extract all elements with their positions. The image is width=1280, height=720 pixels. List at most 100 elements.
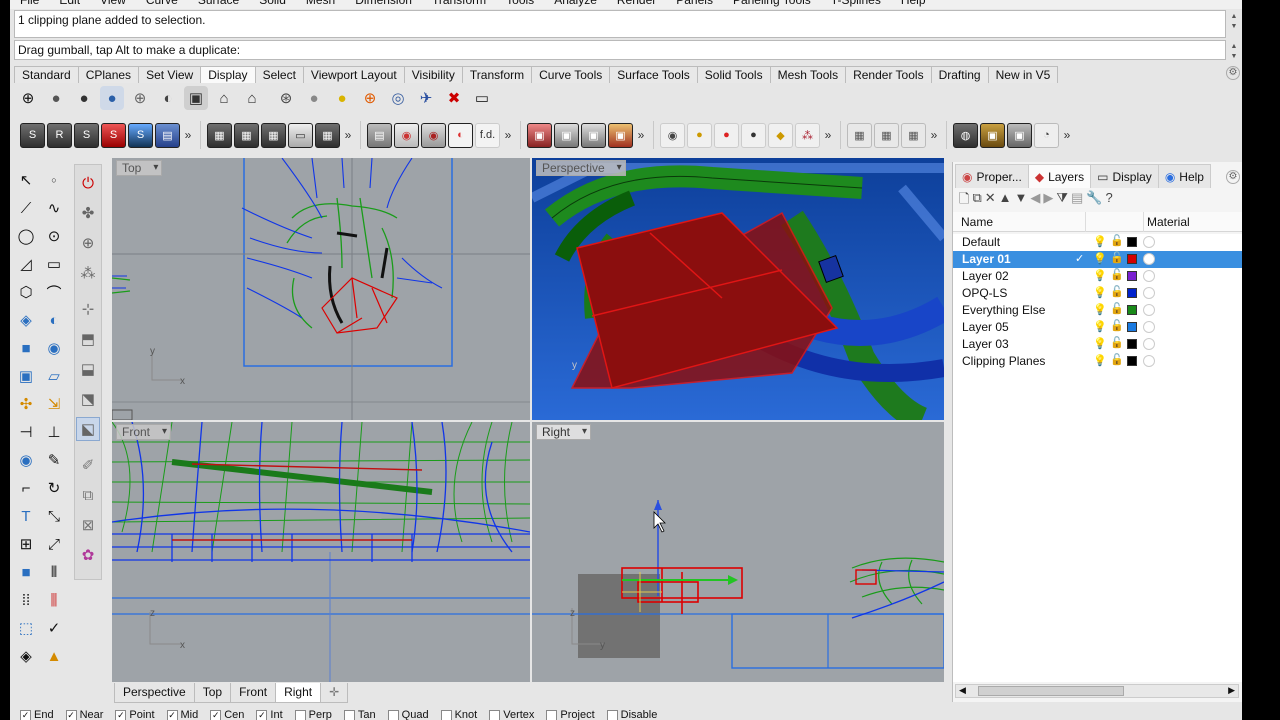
- tab-standard[interactable]: Standard: [14, 66, 79, 83]
- layer-material-icon[interactable]: [1143, 287, 1155, 299]
- lock-icon[interactable]: 🔓: [1110, 302, 1124, 315]
- osnap-perp[interactable]: Perp: [294, 708, 332, 720]
- osnap-checkbox[interactable]: ✓: [115, 709, 127, 720]
- layer-material-icon[interactable]: [1143, 236, 1155, 248]
- layout-grid3-icon[interactable]: ▦: [901, 122, 926, 148]
- more-chevron-icon[interactable]: »: [342, 128, 354, 142]
- more-chevron-icon[interactable]: »: [1061, 128, 1073, 142]
- fillet-icon[interactable]: ⌐: [14, 476, 38, 500]
- menu-panels[interactable]: Panels: [666, 0, 723, 9]
- layer-row[interactable]: Layer 05 💡 🔓: [953, 319, 1242, 336]
- delete-layer-icon[interactable]: ✕: [985, 190, 996, 210]
- new-sublayer-icon[interactable]: ⧉: [972, 190, 981, 210]
- osnap-mid[interactable]: ✓ Mid: [166, 708, 198, 720]
- layer-color-swatch[interactable]: [1127, 237, 1137, 247]
- lock-icon[interactable]: 🔓: [1110, 336, 1124, 349]
- command-history[interactable]: 1 clipping plane added to selection.: [14, 10, 1226, 38]
- layer-name[interactable]: Layer 02: [962, 269, 1009, 283]
- offset-icon[interactable]: ↻: [42, 476, 66, 500]
- layers-horizontal-scrollbar[interactable]: ◀ ▶: [955, 684, 1239, 698]
- ellipse-icon[interactable]: ⊙: [42, 224, 66, 248]
- osnap-checkbox[interactable]: ✓: [166, 709, 178, 720]
- menu-solid[interactable]: Solid: [249, 0, 296, 9]
- layout-grid2-icon[interactable]: ▦: [874, 122, 899, 148]
- menu-analyze[interactable]: Analyze: [544, 0, 607, 9]
- fan-icon[interactable]: ✤: [76, 201, 100, 225]
- shade-icon[interactable]: ●: [302, 86, 326, 110]
- box-icon[interactable]: ■: [14, 336, 38, 360]
- osnap-checkbox[interactable]: ✓: [210, 709, 222, 720]
- material-ball-icon[interactable]: ◉: [14, 448, 38, 472]
- tools-icon[interactable]: 🔧: [1086, 190, 1102, 210]
- photo-icon[interactable]: ▣: [527, 122, 552, 148]
- ball-dark-icon[interactable]: ●: [741, 122, 766, 148]
- mesh-box-icon[interactable]: ⊠: [76, 513, 100, 537]
- tab-transform[interactable]: Transform: [461, 66, 533, 83]
- layer-row[interactable]: OPQ-LS 💡 🔓: [953, 285, 1242, 302]
- frame2-icon[interactable]: ▣: [1007, 122, 1032, 148]
- viewport-tab-perspective[interactable]: Perspective: [114, 683, 195, 703]
- isocurve-icon[interactable]: ⌂: [240, 86, 264, 110]
- osnap-checkbox[interactable]: ✓: [256, 709, 268, 720]
- osnap-disable[interactable]: Disable: [606, 708, 657, 720]
- viewport-tab-right[interactable]: Right: [275, 683, 322, 703]
- layer-color-swatch[interactable]: [1127, 356, 1137, 366]
- layer-row[interactable]: Layer 02 💡 🔓: [953, 268, 1242, 285]
- viewport-front[interactable]: z x Front: [112, 422, 530, 682]
- check-icon[interactable]: ✓: [42, 616, 66, 640]
- layer-material-icon[interactable]: [1143, 304, 1155, 316]
- layer-name[interactable]: Default: [962, 235, 1000, 249]
- osnap-checkbox[interactable]: [387, 709, 399, 720]
- osnap-project[interactable]: Project: [546, 708, 595, 720]
- tab-new-in-v5[interactable]: New in V5: [987, 66, 1059, 83]
- viewport-label-right[interactable]: Right: [536, 424, 592, 440]
- more-chevron-icon[interactable]: »: [182, 128, 194, 142]
- tab-display[interactable]: Display: [200, 66, 256, 83]
- viewport-perspective[interactable]: y Perspective: [532, 158, 944, 420]
- lock-icon[interactable]: 🔓: [1110, 251, 1124, 264]
- layer-material-icon[interactable]: [1143, 253, 1155, 265]
- osnap-cen[interactable]: ✓ Cen: [210, 708, 244, 720]
- render-preview-icon[interactable]: ●: [330, 86, 354, 110]
- clipping-plane-icon[interactable]: ✖: [442, 86, 466, 110]
- layer-color-swatch[interactable]: [1127, 288, 1137, 298]
- cube-persp-icon[interactable]: ⬕: [76, 417, 100, 441]
- menu-edit[interactable]: Edit: [49, 0, 90, 9]
- new-file-icon[interactable]: S: [20, 122, 45, 148]
- osnap-checkbox[interactable]: [546, 709, 558, 720]
- panel-tab-properties[interactable]: ◉ Proper...: [955, 164, 1029, 188]
- edit-points-icon[interactable]: ⤢: [42, 532, 66, 556]
- power-icon[interactable]: ⏻: [76, 171, 100, 195]
- tab-select[interactable]: Select: [254, 66, 304, 83]
- command-history-scroll[interactable]: ▲ ▼: [1228, 12, 1240, 32]
- brush-icon[interactable]: ✐: [76, 453, 100, 477]
- multi-ball-icon[interactable]: ⁂: [795, 122, 820, 148]
- osnap-knot[interactable]: Knot: [440, 708, 477, 720]
- osnap-quad[interactable]: Quad: [387, 708, 429, 720]
- scroll-left-icon[interactable]: ◀: [959, 685, 966, 696]
- menu-view[interactable]: View: [90, 0, 136, 9]
- puzzle-icon[interactable]: ✿: [76, 543, 100, 567]
- menu-tsplines[interactable]: T-Splines: [821, 0, 891, 9]
- layer-material-icon[interactable]: [1143, 338, 1155, 350]
- block-icon[interactable]: ■: [14, 560, 38, 584]
- osnap-checkbox[interactable]: [343, 709, 355, 720]
- circle-icon[interactable]: ◯: [14, 224, 38, 248]
- add-viewport-tab-button[interactable]: ✛: [320, 683, 349, 703]
- layer-name[interactable]: Everything Else: [962, 303, 1045, 317]
- menu-mesh[interactable]: Mesh: [296, 0, 345, 9]
- menu-curve[interactable]: Curve: [136, 0, 188, 9]
- viewport-label-perspective[interactable]: Perspective: [536, 160, 626, 176]
- save-icon[interactable]: ▤: [155, 122, 180, 148]
- osnap-checkbox[interactable]: ✓: [20, 709, 31, 720]
- osnap-checkbox[interactable]: [440, 709, 452, 720]
- wireframe-viewport-icon[interactable]: ⊕: [16, 86, 40, 110]
- tab-drafting[interactable]: Drafting: [930, 66, 989, 83]
- viewport-label-top[interactable]: Top: [116, 160, 163, 176]
- visibility-bulb-icon[interactable]: 💡: [1093, 235, 1107, 248]
- layer-row[interactable]: Layer 01 ✓ 💡 🔓: [953, 251, 1242, 268]
- filter-icon[interactable]: ⧩: [1056, 190, 1068, 210]
- globe-icon[interactable]: ⊕: [76, 231, 100, 255]
- gauge-icon[interactable]: ◔: [1034, 122, 1059, 148]
- current-layer-check-icon[interactable]: ✓: [1075, 252, 1084, 265]
